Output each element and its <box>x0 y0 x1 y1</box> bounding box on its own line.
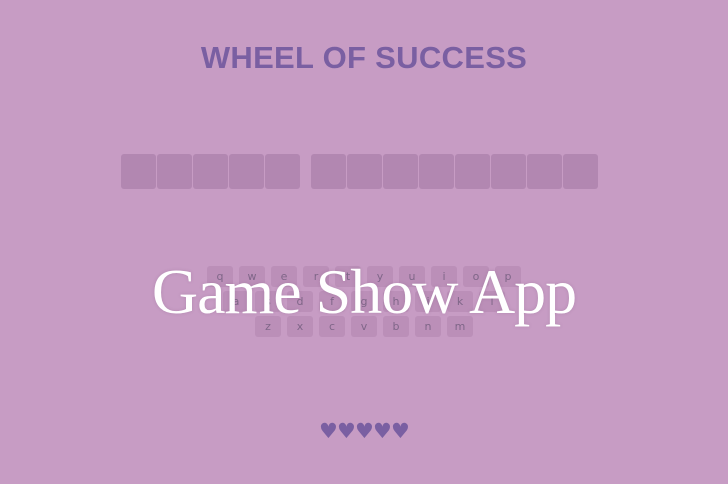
key-x[interactable]: x <box>287 316 313 337</box>
key-e[interactable]: e <box>271 266 297 287</box>
key-g[interactable]: g <box>351 291 377 312</box>
page-title: WHEEL OF SUCCESS <box>200 40 528 75</box>
letter-tile <box>193 154 228 189</box>
letter-tile <box>491 154 526 189</box>
key-s[interactable]: s <box>255 291 281 312</box>
letter-tile <box>455 154 490 189</box>
key-h[interactable]: h <box>383 291 409 312</box>
key-r[interactable]: r <box>303 266 329 287</box>
letter-tile <box>229 154 264 189</box>
letter-tile <box>157 154 192 189</box>
key-m[interactable]: m <box>447 316 473 337</box>
heart-icon: ♥ <box>355 419 374 443</box>
game-screen: WHEEL OF SUCCESS qwertyuiopasdfghjklzxcv… <box>0 0 728 484</box>
key-c[interactable]: c <box>319 316 345 337</box>
letter-tile <box>383 154 418 189</box>
key-p[interactable]: p <box>495 266 521 287</box>
key-b[interactable]: b <box>383 316 409 337</box>
keyboard-row: asdfghjkl <box>223 291 505 312</box>
key-a[interactable]: a <box>223 291 249 312</box>
key-y[interactable]: y <box>367 266 393 287</box>
key-q[interactable]: q <box>207 266 233 287</box>
key-i[interactable]: i <box>431 266 457 287</box>
letter-tile <box>347 154 382 189</box>
phrase-board <box>121 154 598 189</box>
key-v[interactable]: v <box>351 316 377 337</box>
heart-icon: ♥ <box>337 419 356 443</box>
keyboard-row: qwertyuiop <box>207 266 521 287</box>
heart-icon: ♥ <box>373 419 392 443</box>
key-z[interactable]: z <box>255 316 281 337</box>
keyboard-row: zxcvbnm <box>255 316 473 337</box>
letter-tile <box>527 154 562 189</box>
key-k[interactable]: k <box>447 291 473 312</box>
key-d[interactable]: d <box>287 291 313 312</box>
phrase-space <box>301 154 310 189</box>
key-n[interactable]: n <box>415 316 441 337</box>
key-t[interactable]: t <box>335 266 361 287</box>
key-w[interactable]: w <box>239 266 265 287</box>
letter-tile <box>311 154 346 189</box>
letter-tile <box>265 154 300 189</box>
letter-tile <box>419 154 454 189</box>
key-u[interactable]: u <box>399 266 425 287</box>
letter-tile <box>563 154 598 189</box>
key-l[interactable]: l <box>479 291 505 312</box>
key-o[interactable]: o <box>463 266 489 287</box>
heart-icon: ♥ <box>391 419 410 443</box>
heart-icon: ♥ <box>319 419 338 443</box>
letter-tile <box>121 154 156 189</box>
key-f[interactable]: f <box>319 291 345 312</box>
lives-scoreboard: ♥ ♥ ♥ ♥ ♥ <box>0 420 728 442</box>
on-screen-keyboard: qwertyuiop asdfghjkl zxcvbnm <box>0 266 728 337</box>
key-j[interactable]: j <box>415 291 441 312</box>
